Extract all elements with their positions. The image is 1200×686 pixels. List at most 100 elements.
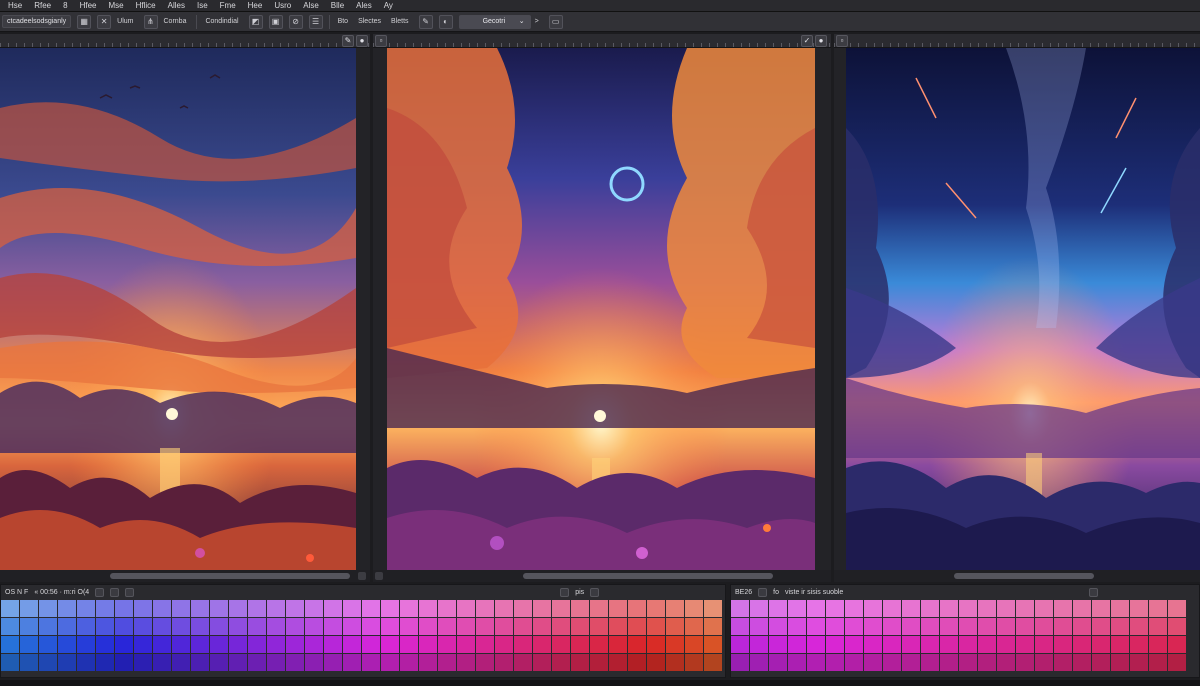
link-icon[interactable]: ⊘ [288,14,303,29]
color-swatch[interactable] [1016,636,1034,653]
color-swatch[interactable] [419,654,437,671]
settings-icon[interactable] [560,587,570,597]
color-swatch[interactable] [438,654,456,671]
color-swatch[interactable] [704,654,722,671]
color-swatch[interactable] [248,600,266,617]
color-swatch[interactable] [438,600,456,617]
color-swatch[interactable] [495,654,513,671]
color-swatch[interactable] [1111,600,1129,617]
color-swatch[interactable] [1092,636,1110,653]
color-swatch[interactable] [153,636,171,653]
color-swatch[interactable] [609,618,627,635]
color-swatch[interactable] [1073,600,1091,617]
document-name-field[interactable]: ctcadeelsodsgianly [2,15,72,28]
color-swatch[interactable] [1016,654,1034,671]
color-swatch[interactable] [959,636,977,653]
color-swatch[interactable] [172,636,190,653]
color-swatch[interactable] [1054,600,1072,617]
color-swatch[interactable] [419,636,437,653]
color-swatch[interactable] [1149,654,1167,671]
color-swatch[interactable] [921,654,939,671]
color-swatch[interactable] [750,600,768,617]
color-swatch[interactable] [305,600,323,617]
color-swatch[interactable] [571,654,589,671]
color-swatch[interactable] [685,618,703,635]
color-swatch[interactable] [997,618,1015,635]
menu-item[interactable]: Ise [191,0,214,12]
color-swatch[interactable] [997,600,1015,617]
color-swatch[interactable] [476,618,494,635]
brush-icon[interactable]: ● [815,35,827,47]
color-swatch[interactable] [1111,654,1129,671]
scrollbar-thumb[interactable] [523,573,773,579]
menu-item[interactable]: Rfee [28,0,57,12]
color-swatch[interactable] [58,618,76,635]
color-swatch[interactable] [324,654,342,671]
chevron-down-icon[interactable] [590,587,600,597]
color-swatch[interactable] [978,654,996,671]
color-swatch[interactable] [666,636,684,653]
menu-item[interactable]: Hfee [74,0,103,12]
color-swatch[interactable] [381,618,399,635]
color-swatch[interactable] [210,600,228,617]
color-swatch[interactable] [533,618,551,635]
blend-label[interactable]: Bletts [391,18,409,25]
color-swatch[interactable] [902,600,920,617]
color-swatch[interactable] [864,654,882,671]
color-swatch[interactable] [172,618,190,635]
color-swatch[interactable] [1073,654,1091,671]
brush-icon[interactable]: ● [356,35,368,47]
color-swatch[interactable] [362,618,380,635]
color-swatch[interactable] [476,654,494,671]
color-swatch[interactable] [229,636,247,653]
color-swatch[interactable] [362,636,380,653]
color-swatch[interactable] [39,636,57,653]
lock-icon[interactable]: ▫ [375,35,387,47]
color-swatch[interactable] [495,636,513,653]
color-swatch[interactable] [191,636,209,653]
color-swatch[interactable] [419,600,437,617]
color-swatch[interactable] [788,636,806,653]
close-icon[interactable]: ✕ [97,14,112,29]
color-swatch[interactable] [134,636,152,653]
color-swatch[interactable] [647,618,665,635]
color-swatch[interactable] [1149,636,1167,653]
color-swatch[interactable] [788,600,806,617]
grid-icon[interactable] [95,587,105,597]
color-swatch[interactable] [769,618,787,635]
close-icon[interactable] [110,587,120,597]
color-swatch[interactable] [457,600,475,617]
color-swatch[interactable] [1168,600,1186,617]
color-swatch[interactable] [1,654,19,671]
color-swatch[interactable] [343,654,361,671]
color-swatch[interactable] [647,600,665,617]
horizontal-scrollbar[interactable] [834,570,1200,582]
color-swatch[interactable] [77,636,95,653]
color-swatch[interactable] [750,618,768,635]
menu-item[interactable]: 8 [57,0,73,12]
color-swatch[interactable] [324,636,342,653]
color-swatch[interactable] [438,618,456,635]
color-swatch[interactable] [286,600,304,617]
color-swatch[interactable] [343,600,361,617]
color-swatch[interactable] [58,636,76,653]
color-swatch[interactable] [1168,654,1186,671]
swatch-search[interactable]: pis [575,589,584,596]
artwork-sunset-1[interactable] [0,48,356,570]
color-swatch[interactable] [153,618,171,635]
color-swatch[interactable] [666,600,684,617]
color-swatch[interactable] [590,636,608,653]
settings-icon[interactable] [1089,587,1099,597]
color-swatch[interactable] [1092,618,1110,635]
menu-item[interactable]: Blle [325,0,350,12]
color-swatch[interactable] [400,636,418,653]
color-swatch[interactable] [533,654,551,671]
menu-item[interactable]: Alse [297,0,325,12]
color-swatch[interactable] [134,618,152,635]
color-swatch[interactable] [96,618,114,635]
color-swatch[interactable] [750,636,768,653]
color-swatch[interactable] [1073,618,1091,635]
color-swatch[interactable] [96,600,114,617]
color-swatch[interactable] [305,618,323,635]
panel-icon[interactable] [758,587,768,597]
